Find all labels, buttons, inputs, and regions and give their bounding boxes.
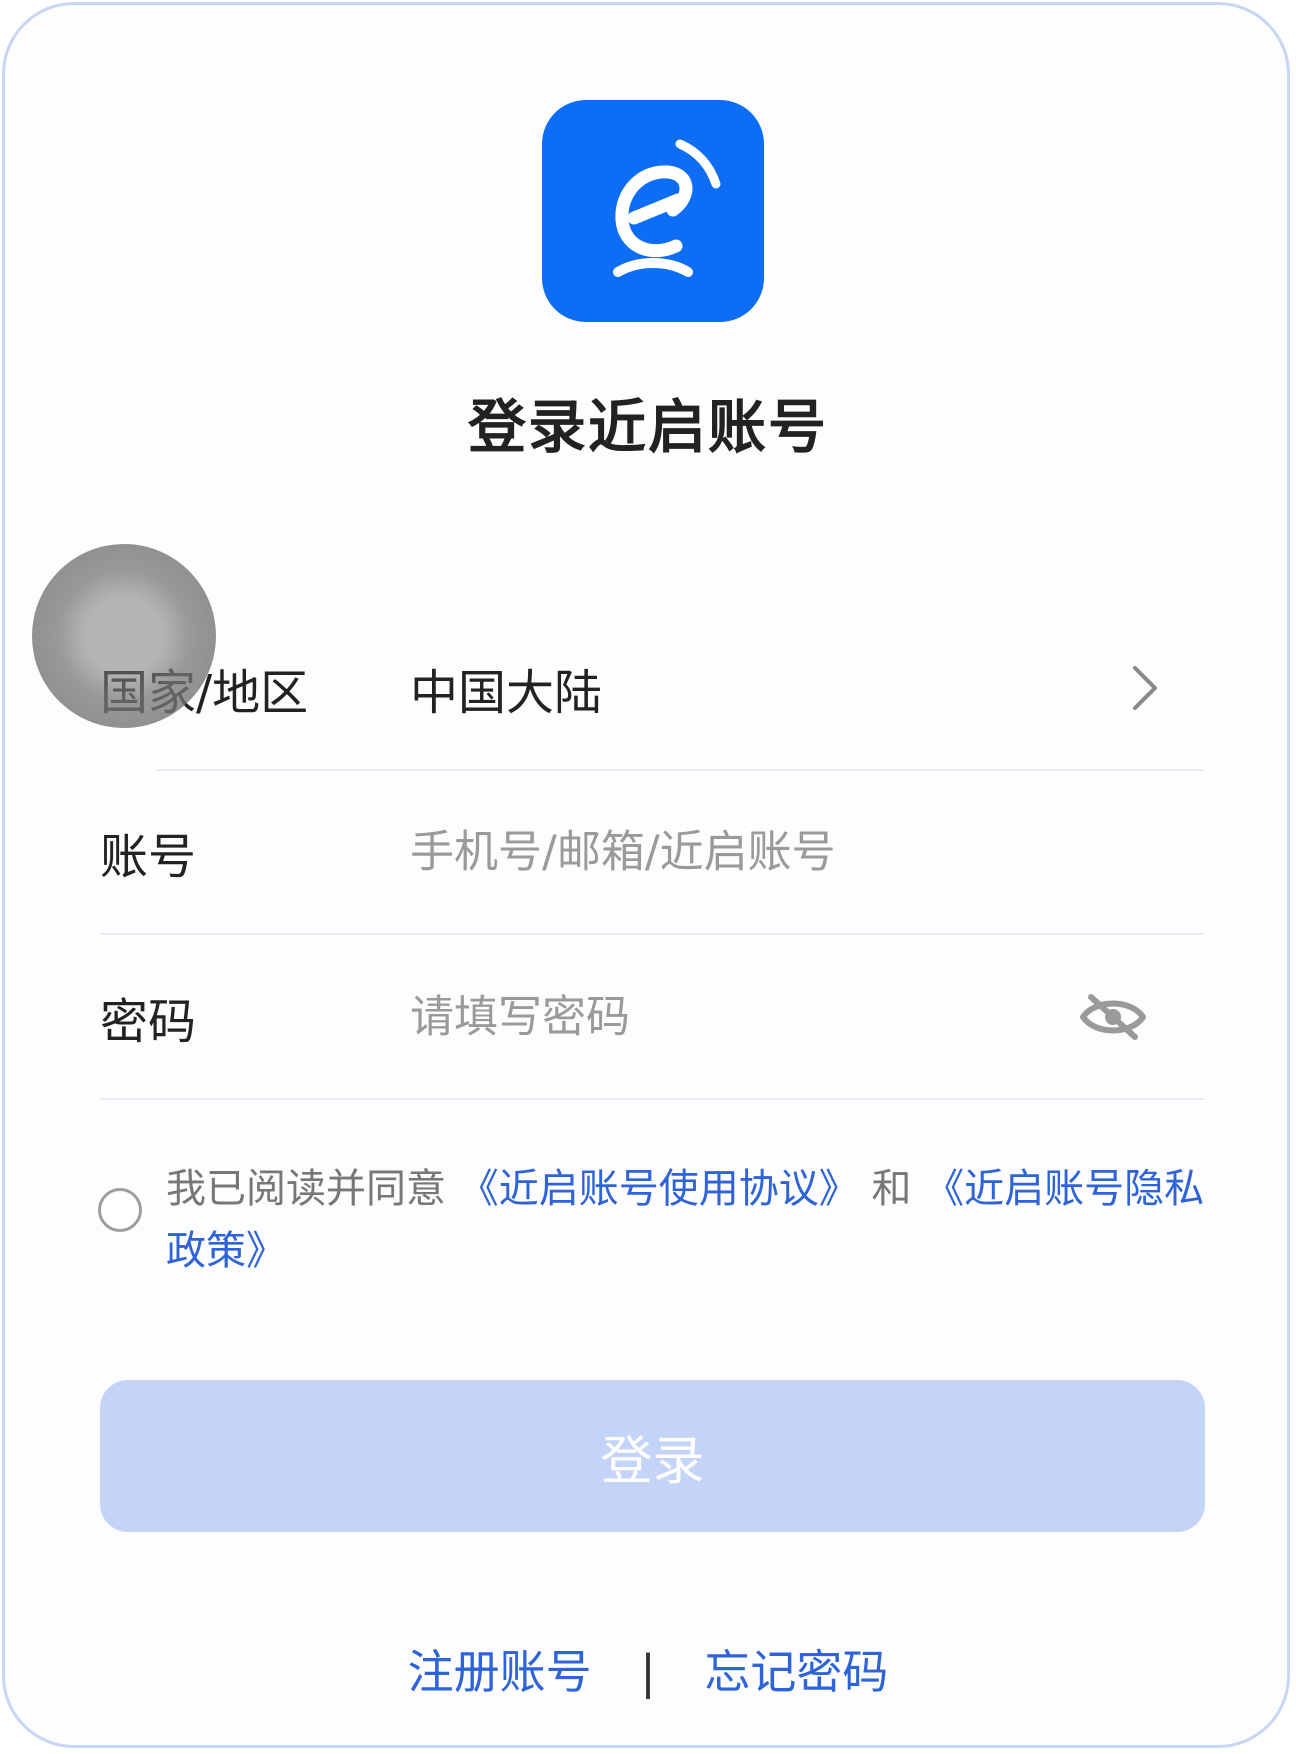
page-title: 登录近启账号 <box>467 393 828 461</box>
app-logo-icon <box>542 100 764 322</box>
footer-links: 注册账号 | 忘记密码 <box>0 1636 1296 1702</box>
touch-indicator <box>32 544 216 728</box>
region-value: 中国大陆 <box>410 665 603 721</box>
footer-separator: | <box>640 1645 656 1699</box>
account-input[interactable] <box>410 826 1030 878</box>
password-label: 密码 <box>100 994 197 1050</box>
divider <box>100 1098 1205 1100</box>
agreement-conjunction: 和 <box>871 1166 912 1212</box>
terms-link[interactable]: 《近启账号使用协议》 <box>459 1166 859 1212</box>
login-button[interactable]: 登录 <box>100 1380 1205 1532</box>
agreement-checkbox[interactable] <box>98 1188 142 1232</box>
agreement-text: 我已阅读并同意 《近启账号使用协议》 和 《近启账号隐私政策》 <box>166 1158 1206 1282</box>
account-label: 账号 <box>100 829 197 885</box>
agreement-prefix: 我已阅读并同意 <box>166 1166 446 1212</box>
eye-off-icon[interactable] <box>1077 989 1149 1045</box>
password-row: 密码 <box>100 935 1205 1099</box>
account-row: 账号 <box>100 770 1205 934</box>
password-input[interactable] <box>410 991 1030 1043</box>
forgot-password-link[interactable]: 忘记密码 <box>704 1645 888 1699</box>
region-selector[interactable]: 国家/地区 中国大陆 <box>100 606 1205 770</box>
register-link[interactable]: 注册账号 <box>408 1645 592 1699</box>
chevron-right-icon <box>1133 666 1157 710</box>
